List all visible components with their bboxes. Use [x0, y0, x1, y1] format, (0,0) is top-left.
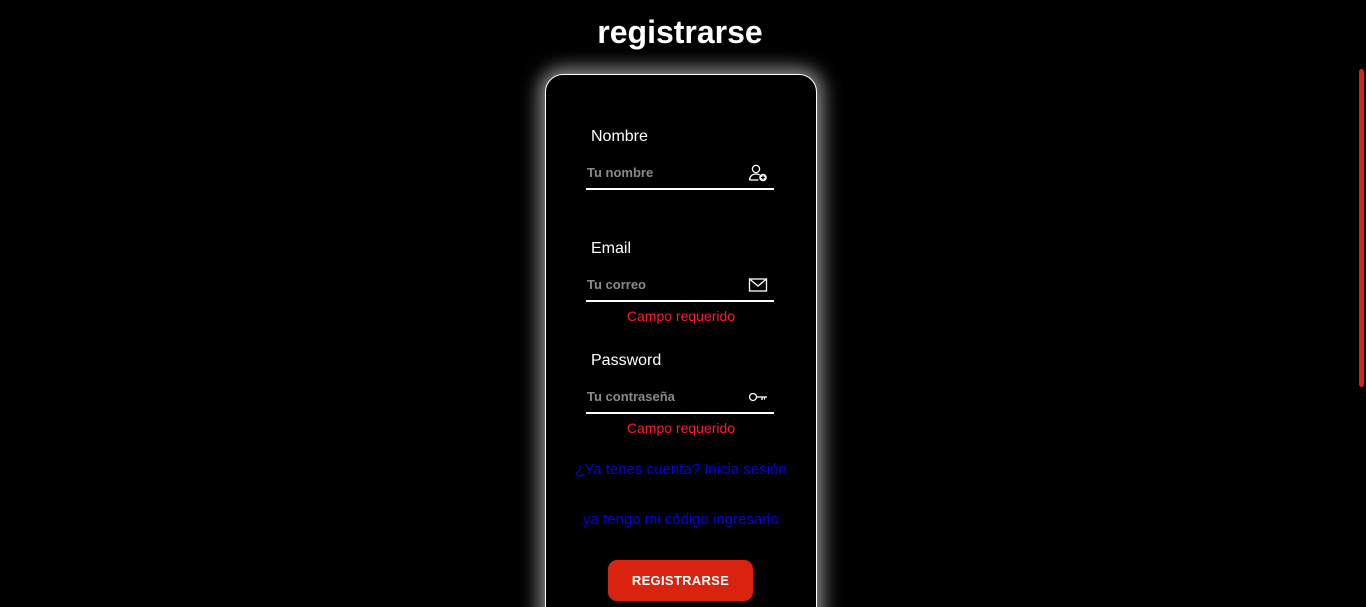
user-add-icon [748, 164, 767, 182]
login-link[interactable]: ¿Ya tenes cuenta? Inicia sesión [546, 461, 816, 478]
email-error: Campo requerido [626, 308, 736, 324]
password-field [586, 382, 774, 414]
page-title: registrarse [597, 14, 763, 50]
enter-code-link[interactable]: ya tengo mi código ingresarlo [546, 511, 816, 528]
key-icon [748, 392, 767, 402]
register-card: Nombre Email Campo requerido Password [545, 74, 817, 607]
password-input[interactable] [586, 382, 737, 410]
envelope-icon [748, 278, 768, 292]
password-label: Password [591, 352, 662, 369]
page: registrarse Nombre Email Campo requeri [0, 0, 1366, 607]
name-input[interactable] [586, 158, 737, 186]
name-field [586, 158, 774, 190]
email-input[interactable] [586, 270, 737, 298]
email-label: Email [591, 240, 632, 257]
scrollbar-thumb[interactable] [1359, 69, 1364, 387]
email-field [586, 270, 774, 302]
register-button[interactable]: REGISTRARSE [608, 560, 753, 601]
name-label: Nombre [591, 128, 648, 145]
password-error: Campo requerido [626, 420, 736, 436]
